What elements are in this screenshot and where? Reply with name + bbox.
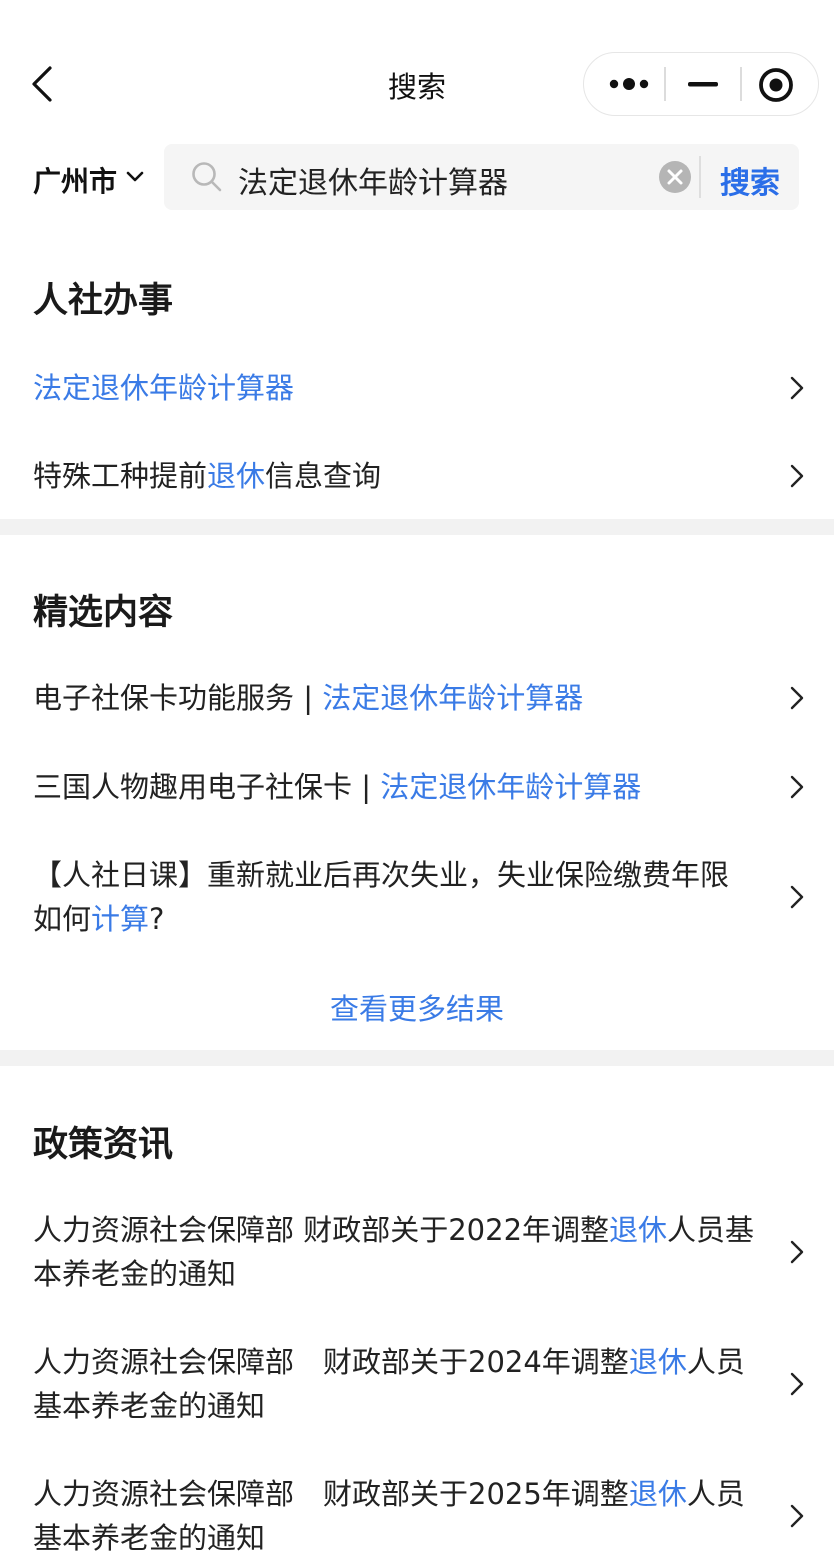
chevron-right-icon[interactable] (786, 1237, 808, 1267)
chevron-right-icon[interactable] (786, 373, 808, 403)
mini-program-capsule (583, 52, 819, 116)
item-text: 基本养老金的通知 (33, 1521, 266, 1555)
item-highlight: 退休 (207, 459, 266, 493)
list-item[interactable]: 电子社保卡功能服务 | 法定退休年龄计算器 (33, 676, 773, 720)
list-item[interactable]: 人力资源社会保障部 财政部关于2022年调整退休人员基 本养老金的通知 (33, 1208, 773, 1296)
item-text: 如何 (33, 902, 92, 936)
item-text: 人力资源社会保障部 财政部关于2025年调整 (33, 1477, 629, 1511)
item-highlight: 退休 (628, 1477, 687, 1511)
capsule-divider (740, 67, 742, 101)
item-text: ? (149, 902, 165, 936)
item-text: 人员基 (667, 1213, 755, 1247)
list-item[interactable]: 人力资源社会保障部 财政部关于2025年调整退休人员 基本养老金的通知 (33, 1472, 773, 1560)
chevron-right-icon[interactable] (786, 461, 808, 491)
item-highlight: 退休 (609, 1213, 668, 1247)
chevron-down-icon[interactable] (124, 166, 146, 188)
search-input[interactable]: 法定退休年龄计算器 (238, 158, 508, 202)
chevron-right-icon[interactable] (786, 1501, 808, 1531)
section-divider (0, 519, 834, 535)
view-more-link[interactable]: 查看更多结果 (0, 986, 834, 1028)
list-item[interactable]: 人力资源社会保障部 财政部关于2024年调整退休人员 基本养老金的通知 (33, 1340, 773, 1428)
item-text: 人力资源社会保障部 财政部关于2024年调整 (33, 1345, 629, 1379)
item-text: 人员 (686, 1345, 745, 1379)
item-text: 信息查询 (265, 459, 382, 493)
section-title-policy: 政策资讯 (33, 1125, 174, 1165)
item-text: 本养老金的通知 (33, 1257, 237, 1291)
minimize-icon[interactable] (682, 69, 724, 99)
capsule-divider (664, 67, 666, 101)
chevron-right-icon[interactable] (786, 1369, 808, 1399)
item-highlight: 法定退休年龄计算器 (380, 770, 642, 804)
chevron-right-icon[interactable] (786, 882, 808, 912)
item-text: 人员 (686, 1477, 745, 1511)
nav-bar: 搜索 (0, 0, 834, 140)
search-row: 广州市 法定退休年龄计算器 搜索 (0, 144, 834, 210)
search-button[interactable]: 搜索 (720, 158, 780, 202)
item-text: 特殊工种提前 (33, 459, 208, 493)
item-text: 人力资源社会保障部 财政部关于2022年调整 (33, 1213, 610, 1247)
item-text: 三国人物趣用电子社保卡 | (33, 770, 381, 804)
item-highlight: 计算 (91, 902, 150, 936)
search-divider (699, 156, 701, 198)
city-selector[interactable]: 广州市 (33, 160, 117, 200)
section-divider (0, 1050, 834, 1066)
item-highlight: 退休 (628, 1345, 687, 1379)
section-title-featured: 精选内容 (33, 593, 174, 633)
search-box: 法定退休年龄计算器 搜索 (164, 144, 799, 210)
clear-icon[interactable] (658, 160, 692, 194)
section-title-services: 人社办事 (33, 281, 174, 321)
more-dots-icon[interactable] (606, 69, 652, 99)
item-highlight: 法定退休年龄计算器 (33, 371, 295, 405)
item-text: 基本养老金的通知 (33, 1389, 266, 1423)
chevron-right-icon[interactable] (786, 683, 808, 713)
search-icon (192, 162, 222, 192)
item-text: 【人社日课】重新就业后再次失业，失业保险缴费年限 (33, 858, 730, 892)
list-item[interactable]: 三国人物趣用电子社保卡 | 法定退休年龄计算器 (33, 765, 773, 809)
item-text: 电子社保卡功能服务 | (33, 681, 323, 715)
list-item[interactable]: 法定退休年龄计算器 (33, 366, 773, 410)
chevron-right-icon[interactable] (786, 772, 808, 802)
close-target-icon[interactable] (756, 65, 796, 105)
list-item[interactable]: 【人社日课】重新就业后再次失业，失业保险缴费年限 如何计算? (33, 853, 773, 941)
item-highlight: 法定退休年龄计算器 (322, 681, 584, 715)
list-item[interactable]: 特殊工种提前退休信息查询 (33, 454, 773, 498)
